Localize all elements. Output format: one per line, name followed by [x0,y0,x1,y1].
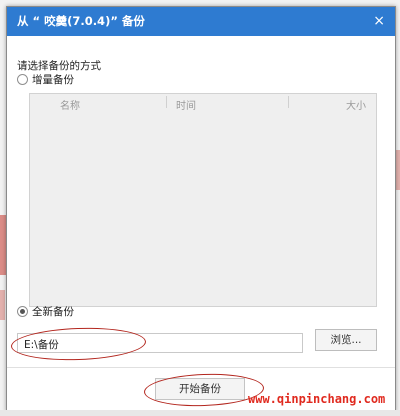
full-backup-label: 全新备份 [32,306,74,318]
incremental-backup-label: 增量备份 [32,74,74,86]
incremental-backup-radio[interactable] [17,74,28,85]
footer-divider [7,367,395,368]
backup-method-prompt: 请选择备份的方式 [17,60,101,72]
backup-list[interactable]: 名称 时间 大小 [29,93,377,307]
full-backup-radio[interactable] [17,306,28,317]
backup-list-header: 名称 时间 大小 [30,94,376,112]
column-header-time[interactable]: 时间 [176,97,196,112]
background-strip [0,410,400,416]
close-icon[interactable]: × [373,12,385,30]
backup-path-input[interactable]: E:\备份 [17,333,303,353]
full-backup-option[interactable]: 全新备份 [17,304,74,319]
browse-button[interactable]: 浏览... [315,329,377,351]
column-separator [166,96,167,108]
start-backup-button[interactable]: 开始备份 [155,378,245,400]
background-red-shape [0,290,5,320]
column-header-size[interactable]: 大小 [346,97,366,112]
incremental-backup-option[interactable]: 增量备份 [17,72,74,87]
dialog-titlebar: 从 “ 咬羹(7.0.4)” 备份 × [7,7,395,36]
backup-dialog: 从 “ 咬羹(7.0.4)” 备份 × 请选择备份的方式 增量备份 名称 时间 … [6,6,396,412]
column-header-name[interactable]: 名称 [60,97,80,112]
dialog-title: 从 “ 咬羹(7.0.4)” 备份 [17,14,145,28]
column-separator [288,96,289,108]
watermark-text: www.qinpinchang.com [248,392,386,406]
